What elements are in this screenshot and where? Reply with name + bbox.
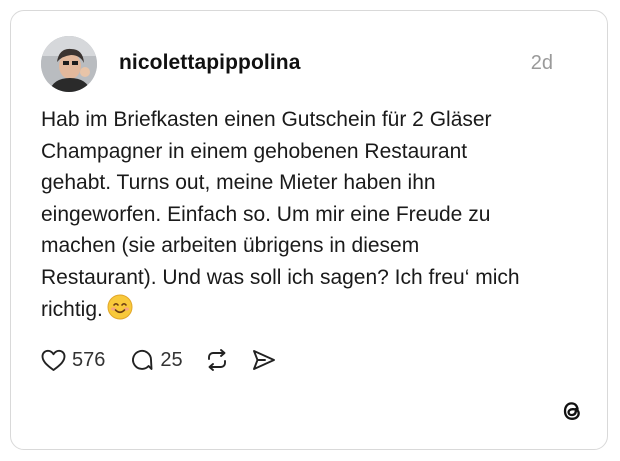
avatar[interactable]	[41, 36, 97, 92]
repost-icon	[205, 348, 229, 372]
repost-button[interactable]	[205, 348, 229, 372]
send-icon	[251, 348, 277, 372]
like-count: 576	[72, 348, 106, 371]
avatar-photo	[41, 36, 97, 92]
comment-icon	[130, 348, 154, 372]
smiling-face-emoji	[107, 294, 133, 330]
post-actions: 576 25	[41, 345, 277, 375]
post-timestamp: 2d	[530, 52, 553, 74]
username[interactable]: nicolettapippolina	[119, 51, 300, 75]
reply-count: 25	[160, 348, 183, 371]
heart-icon	[41, 349, 66, 372]
reply-button[interactable]: 25	[130, 348, 183, 372]
post-text: Hab im Briefkasten einen Gutschein für 2…	[41, 108, 520, 321]
like-button[interactable]: 576	[41, 349, 105, 372]
share-button[interactable]	[251, 348, 277, 372]
post-card: nicolettapippolina 2d Hab im Briefkasten…	[10, 10, 608, 450]
post-body: Hab im Briefkasten einen Gutschein für 2…	[41, 104, 581, 329]
threads-logo	[559, 398, 585, 424]
